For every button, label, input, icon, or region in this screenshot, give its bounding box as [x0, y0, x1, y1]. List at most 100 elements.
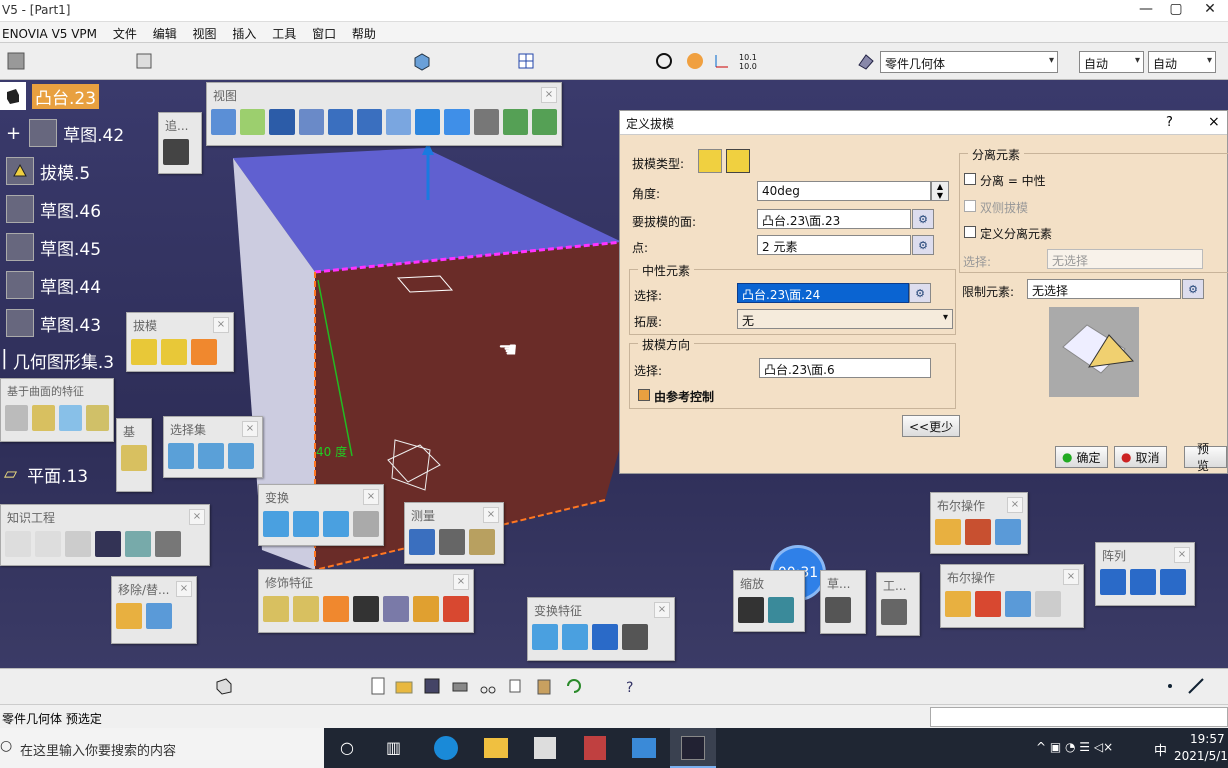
app-icon[interactable]: [584, 736, 606, 760]
rule-icon[interactable]: [65, 531, 91, 557]
zoom-fit-icon[interactable]: [768, 597, 794, 623]
print-icon[interactable]: [448, 674, 472, 698]
menu-enovia[interactable]: ENOVIA V5 VPM: [0, 24, 103, 41]
boolean-extra-icon[interactable]: [1035, 591, 1061, 617]
draft-reflect-icon[interactable]: [161, 339, 187, 365]
axis-icon[interactable]: [710, 49, 734, 73]
close-icon[interactable]: ×: [654, 602, 670, 618]
faces-picker-icon[interactable]: ⚙: [912, 209, 934, 229]
union-trim-icon[interactable]: [975, 591, 1001, 617]
solid-icon[interactable]: [410, 49, 434, 73]
menu-insert[interactable]: 插入: [226, 22, 262, 42]
remove-lump-icon[interactable]: [1005, 591, 1031, 617]
rotate-icon[interactable]: [298, 109, 324, 135]
whats-this-icon[interactable]: ?: [620, 674, 644, 698]
assemble-icon[interactable]: [935, 519, 961, 545]
iso-view-icon[interactable]: [444, 109, 470, 135]
intersect-icon[interactable]: [945, 591, 971, 617]
command-input[interactable]: [930, 707, 1228, 727]
add-icon[interactable]: [965, 519, 991, 545]
catia-task[interactable]: [670, 728, 716, 768]
thread-icon[interactable]: [413, 596, 439, 622]
swap-space-icon[interactable]: [531, 109, 558, 135]
remove-face-dressup-icon[interactable]: [443, 596, 469, 622]
multi-doc-icon[interactable]: [132, 49, 156, 73]
tree-item-sketch-46[interactable]: 草图.46: [6, 193, 101, 225]
ref-control-checkbox[interactable]: [638, 389, 650, 401]
render-style-icon[interactable]: [473, 109, 499, 135]
maximize-icon[interactable]: ▢: [1164, 1, 1188, 17]
ok-button[interactable]: ● 确定: [1055, 446, 1108, 468]
close-icon[interactable]: ×: [213, 317, 229, 333]
neutral-picker-icon[interactable]: ⚙: [909, 283, 931, 303]
tree-item-plane[interactable]: ▱ 平面.13: [4, 458, 88, 490]
minimize-icon[interactable]: —: [1134, 1, 1158, 17]
close-icon[interactable]: ✕: [1198, 1, 1222, 17]
faces-field[interactable]: 凸台.23\面.23: [757, 209, 911, 229]
measure-inertia-icon[interactable]: [469, 529, 495, 555]
close-surface-icon[interactable]: [59, 405, 82, 431]
rect-pattern-icon[interactable]: [592, 624, 618, 650]
points-picker-icon[interactable]: ⚙: [912, 235, 934, 255]
angle-spinner[interactable]: ▲ ▼: [931, 181, 949, 201]
menu-view[interactable]: 视图: [187, 22, 223, 42]
pulling-selection-field[interactable]: 凸台.23\面.6: [759, 358, 931, 378]
help-icon[interactable]: ?: [1166, 115, 1173, 130]
chamfer-icon[interactable]: [293, 596, 319, 622]
cancel-button[interactable]: ● 取消: [1114, 446, 1167, 468]
tree-item-sketch-43[interactable]: 草图.43: [6, 307, 101, 339]
multi-view-icon[interactable]: [415, 109, 441, 135]
new-icon[interactable]: [366, 674, 390, 698]
mode-select-1[interactable]: 自动 ▾: [1079, 51, 1144, 73]
gear-icon[interactable]: [881, 599, 907, 625]
selection-edit-icon[interactable]: [198, 443, 224, 469]
preview-button[interactable]: 预览: [1184, 442, 1227, 473]
zoom-area-icon[interactable]: [738, 597, 764, 623]
store-icon[interactable]: [534, 737, 556, 759]
translation-icon[interactable]: [532, 624, 558, 650]
rotate-part-icon[interactable]: [293, 511, 319, 537]
workbench-icon[interactable]: [4, 49, 28, 73]
close-icon[interactable]: ×: [176, 581, 192, 597]
edge-icon[interactable]: [434, 736, 458, 760]
selection-sets-icon[interactable]: [168, 443, 194, 469]
point-icon[interactable]: [1158, 674, 1182, 698]
close-icon[interactable]: ×: [242, 421, 258, 437]
part-body-icon[interactable]: [854, 49, 878, 73]
zoom-out-icon[interactable]: [356, 109, 383, 135]
pad-tool-icon[interactable]: [212, 674, 236, 698]
sew-surface-icon[interactable]: [86, 405, 109, 431]
save-icon[interactable]: [420, 674, 444, 698]
menu-help[interactable]: 帮助: [346, 22, 382, 42]
explorer-icon[interactable]: [484, 738, 508, 758]
fly-mode-icon[interactable]: [211, 109, 237, 135]
tree-item-sketch-45[interactable]: 草图.45: [6, 231, 101, 263]
law-icon[interactable]: [155, 531, 181, 557]
tree-item-sketch-44[interactable]: 草图.44: [6, 269, 101, 301]
close-icon[interactable]: ×: [189, 509, 205, 525]
paste-icon[interactable]: [532, 674, 556, 698]
draft-both-sides-checkbox[interactable]: [964, 200, 976, 212]
menu-file[interactable]: 文件: [107, 22, 143, 42]
define-parting-checkbox[interactable]: [964, 226, 976, 238]
parting-selection-field[interactable]: 无选择: [1047, 249, 1203, 269]
close-icon[interactable]: ×: [453, 574, 469, 590]
constant-draft-icon[interactable]: [698, 149, 722, 173]
variable-draft-icon[interactable]: [726, 149, 750, 173]
remove-icon[interactable]: [995, 519, 1021, 545]
sketcher-icon[interactable]: [825, 597, 851, 623]
tree-item-draft[interactable]: 拔模.5: [6, 155, 90, 187]
close-icon[interactable]: ×: [1063, 569, 1079, 585]
remove-face-icon[interactable]: [116, 603, 142, 629]
zoom-in-icon[interactable]: [327, 109, 353, 135]
dialog-close-icon[interactable]: ×: [1208, 114, 1220, 130]
symmetry-icon[interactable]: [323, 511, 349, 537]
query-icon[interactable]: [228, 443, 254, 469]
open-icon[interactable]: [392, 674, 416, 698]
draft-angle-icon[interactable]: [131, 339, 157, 365]
fit-all-icon[interactable]: [240, 109, 266, 135]
ime-indicator[interactable]: 中: [1154, 740, 1167, 759]
task-view-icon[interactable]: ▥: [386, 738, 401, 757]
cortana-icon[interactable]: ○: [340, 738, 354, 757]
pan-icon[interactable]: [269, 109, 295, 135]
